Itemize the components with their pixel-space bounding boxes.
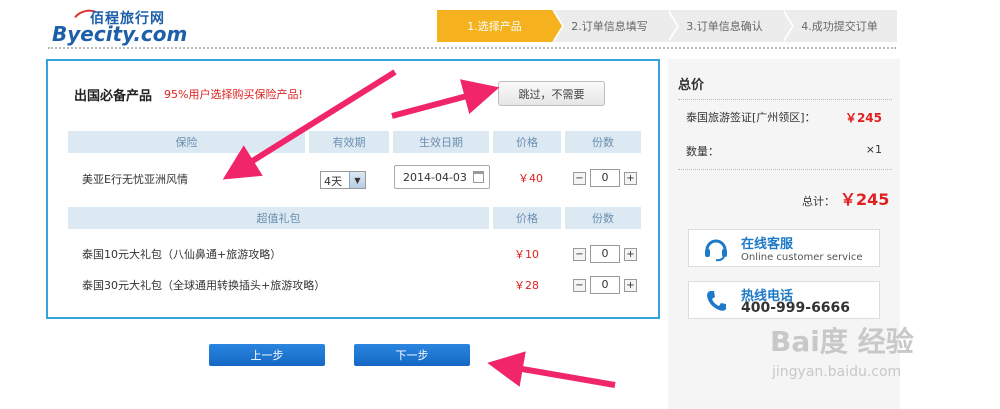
products-panel: 出国必备产品 95%用户选择购买保险产品! 跳过，不需要 保险 有效期 生效日期… xyxy=(46,59,660,319)
summary-divider xyxy=(678,99,892,100)
online-service-subtitle: Online customer service xyxy=(741,252,863,263)
online-service-title: 在线客服 xyxy=(741,237,794,252)
gift-name-2: 泰国30元大礼包（全球通用转换插头+旅游攻略） xyxy=(82,279,326,292)
plus-button[interactable]: + xyxy=(624,247,637,261)
minus-button[interactable]: − xyxy=(573,247,586,261)
col-validity: 有效期 xyxy=(309,131,389,153)
col-gift-quantity: 份数 xyxy=(565,207,641,229)
hotline-box[interactable]: 热线电话 400-999-6666 xyxy=(688,281,880,319)
summary-divider xyxy=(678,169,892,170)
gift-1-quantity-stepper[interactable]: − 0 + xyxy=(573,245,637,263)
validity-value: 4天 xyxy=(324,175,342,188)
step-2-fill-order: 2.订单信息填写 xyxy=(552,10,679,42)
summary-qty-value: ×1 xyxy=(865,143,882,156)
insurance-quantity-stepper[interactable]: − 0 + xyxy=(573,169,637,187)
progress-steps: 1.选择产品 2.订单信息填写 3.订单信息确认 4.成功提交订单 xyxy=(437,10,897,42)
watermark-line2: jingyan.baidu.com xyxy=(772,364,902,380)
total-value: ￥245 xyxy=(840,190,890,209)
summary-item-name: 泰国旅游签证[广州领区]： xyxy=(686,111,816,124)
step-3-confirm-order: 3.订单信息确认 xyxy=(667,10,794,42)
promo-note: 95%用户选择购买保险产品! xyxy=(164,88,303,101)
step-2-label: 2.订单信息填写 xyxy=(571,20,648,33)
col-quantity: 份数 xyxy=(565,131,641,153)
col-gift-pack: 超值礼包 xyxy=(68,207,489,229)
step-1-label: 1.选择产品 xyxy=(467,20,522,33)
next-step-button[interactable]: 下一步 xyxy=(354,344,470,366)
summary-item-price: ￥245 xyxy=(844,111,882,125)
step-4-submit-order: 4.成功提交订单 xyxy=(782,10,897,42)
total-label: 总计： xyxy=(802,195,835,208)
phone-icon xyxy=(707,291,726,311)
byecity-logo[interactable]: 佰程旅行网 Byecity.com xyxy=(52,6,192,46)
calendar-icon[interactable] xyxy=(473,171,484,183)
validity-select[interactable]: 4天 ▼ xyxy=(320,171,366,189)
insurance-name: 美亚E行无忧亚洲风情 xyxy=(82,173,188,186)
gift-price-1: ￥10 xyxy=(514,248,539,261)
summary-qty-label: 数量： xyxy=(686,145,719,158)
chevron-down-icon[interactable]: ▼ xyxy=(349,172,365,188)
prev-step-button[interactable]: 上一步 xyxy=(209,344,325,366)
minus-button[interactable]: − xyxy=(573,171,586,185)
step-3-label: 3.订单信息确认 xyxy=(686,20,763,33)
col-gift-price: 价格 xyxy=(493,207,561,229)
minus-button[interactable]: − xyxy=(573,278,586,292)
logo-en-text: Byecity.com xyxy=(52,22,188,46)
headset-icon xyxy=(705,239,727,262)
online-service-button[interactable]: 在线客服 Online customer service xyxy=(688,229,880,267)
col-price: 价格 xyxy=(493,131,561,153)
summary-title: 总价 xyxy=(678,78,705,93)
watermark-line1: Bai度 经验 xyxy=(770,325,914,358)
annotation-arrow xyxy=(487,351,616,388)
step-4-label: 4.成功提交订单 xyxy=(801,20,878,33)
skip-button[interactable]: 跳过，不需要 xyxy=(498,81,605,106)
gift-price-2: ￥28 xyxy=(514,279,539,292)
baidu-jingyan-watermark: Bai度 经验 jingyan.baidu.com xyxy=(770,320,950,390)
section-title: 出国必备产品 xyxy=(74,89,153,104)
gift-name-1: 泰国10元大礼包（八仙鼻通+旅游攻略） xyxy=(82,248,282,261)
step-1-select-product: 1.选择产品 xyxy=(437,10,564,42)
col-start-date: 生效日期 xyxy=(393,131,489,153)
quantity-input[interactable]: 0 xyxy=(590,245,620,263)
quantity-input[interactable]: 0 xyxy=(590,169,620,187)
insurance-price: ￥40 xyxy=(518,172,543,185)
start-date-value: 2014-04-03 xyxy=(403,171,467,184)
start-date-input[interactable]: 2014-04-03 xyxy=(394,165,490,189)
col-insurance: 保险 xyxy=(68,131,305,153)
plus-button[interactable]: + xyxy=(624,171,637,185)
gift-2-quantity-stepper[interactable]: − 0 + xyxy=(573,276,637,294)
quantity-input[interactable]: 0 xyxy=(590,276,620,294)
plus-button[interactable]: + xyxy=(624,278,637,292)
hotline-number: 400-999-6666 xyxy=(741,300,851,316)
header-divider xyxy=(48,47,896,49)
